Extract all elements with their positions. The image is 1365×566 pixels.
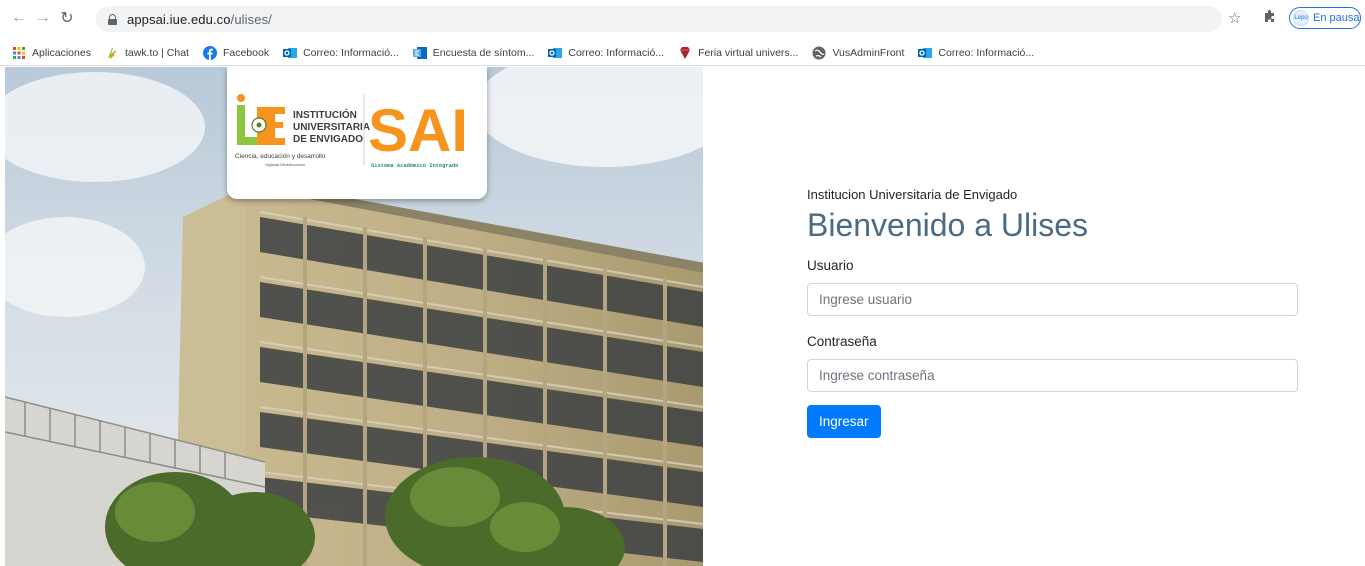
- bookmark-label: Aplicaciones: [32, 46, 91, 59]
- browser-toolbar: ← → ↻ appsai.iue.edu.co/ulises/ ☆ Lepo E…: [0, 0, 1365, 36]
- url-text: appsai.iue.edu.co/ulises/: [127, 12, 272, 27]
- logo-sub-tagline: Vigilada Mineducación: [265, 162, 305, 167]
- login-page: INSTITUCIÓN UNIVERSITARIA DE ENVIGADO Ci…: [0, 67, 1365, 566]
- diamond-icon: [678, 46, 692, 60]
- url-host: appsai.iue.edu.co: [127, 11, 231, 27]
- forward-arrow-icon[interactable]: →: [32, 7, 54, 29]
- reload-icon[interactable]: ↻: [56, 7, 78, 29]
- campus-building-photo: INSTITUCIÓN UNIVERSITARIA DE ENVIGADO Ci…: [5, 67, 703, 566]
- bookmark-feria[interactable]: Feria virtual univers...: [678, 42, 798, 64]
- bookmark-star-icon[interactable]: ☆: [1228, 9, 1241, 27]
- profile-status: En pausa: [1313, 12, 1360, 24]
- bookmark-encuesta[interactable]: Encuesta de síntom...: [412, 42, 535, 64]
- bookmark-label: Correo: Informació...: [303, 46, 399, 59]
- iue-sai-logo: INSTITUCIÓN UNIVERSITARIA DE ENVIGADO Ci…: [235, 94, 468, 169]
- logo-brand: SAI: [368, 97, 468, 164]
- profile-button[interactable]: Lepo En pausa: [1289, 7, 1361, 29]
- outlook-icon: [918, 46, 933, 60]
- tawk-icon: [105, 46, 119, 60]
- url-path: /ulises/: [230, 11, 272, 27]
- bookmark-label: Feria virtual univers...: [698, 46, 799, 59]
- bookmark-label: VusAdminFront: [832, 46, 905, 59]
- login-form: Institucion Universitaria de Envigado Bi…: [807, 187, 1298, 438]
- bookmark-label: Encuesta de síntom...: [432, 46, 535, 59]
- bookmark-tawk[interactable]: tawk.to | Chat: [105, 42, 189, 64]
- bookmark-aplicaciones[interactable]: Aplicaciones: [12, 42, 91, 64]
- outlook-icon: [283, 46, 298, 60]
- lock-icon: [108, 13, 117, 25]
- extensions-puzzle-icon[interactable]: [1262, 9, 1278, 25]
- bookmark-label: Facebook: [222, 46, 270, 59]
- back-arrow-icon[interactable]: ←: [8, 7, 30, 29]
- outlook-icon: [548, 46, 563, 60]
- bookmark-correo-2[interactable]: Correo: Informació...: [548, 42, 664, 64]
- facebook-icon: [202, 45, 217, 60]
- bookmarks-bar: Aplicaciones tawk.to | Chat Facebook Cor…: [0, 40, 1365, 66]
- logo-tagline: Ciencia, educación y desarrollo: [235, 153, 326, 160]
- bookmark-facebook[interactable]: Facebook: [202, 42, 270, 64]
- profile-avatar: Lepo: [1293, 10, 1309, 26]
- bookmark-correo-1[interactable]: Correo: Informació...: [283, 42, 399, 64]
- forms-icon: [412, 46, 427, 60]
- bookmark-label: Correo: Informació...: [568, 46, 665, 59]
- login-button[interactable]: Ingresar: [807, 405, 881, 438]
- institution-name: Institucion Universitaria de Envigado: [807, 187, 1018, 202]
- password-label: Contraseña: [807, 334, 877, 349]
- bookmark-label: tawk.to | Chat: [124, 46, 189, 59]
- page-title: Bienvenido a Ulises: [807, 207, 1089, 243]
- logo-brand-subtitle: Sistema Académico Integrado: [371, 163, 458, 169]
- bookmark-correo-3[interactable]: Correo: Informació...: [918, 42, 1034, 64]
- logo-institution-line3: DE ENVIGADO: [293, 134, 363, 145]
- bookmark-vusadmin[interactable]: VusAdminFront: [812, 42, 904, 64]
- apps-grid-icon: [12, 46, 26, 60]
- logo-institution-line1: INSTITUCIÓN: [293, 108, 357, 121]
- username-label: Usuario: [807, 258, 854, 273]
- bookmark-label: Correo: Informació...: [938, 46, 1035, 59]
- globe-icon: [812, 46, 826, 60]
- address-bar[interactable]: appsai.iue.edu.co/ulises/: [96, 6, 1222, 32]
- password-input[interactable]: [807, 359, 1298, 392]
- sai-logo-card: INSTITUCIÓN UNIVERSITARIA DE ENVIGADO Ci…: [227, 67, 487, 199]
- username-input[interactable]: [807, 283, 1298, 316]
- logo-institution-line2: UNIVERSITARIA: [293, 122, 370, 133]
